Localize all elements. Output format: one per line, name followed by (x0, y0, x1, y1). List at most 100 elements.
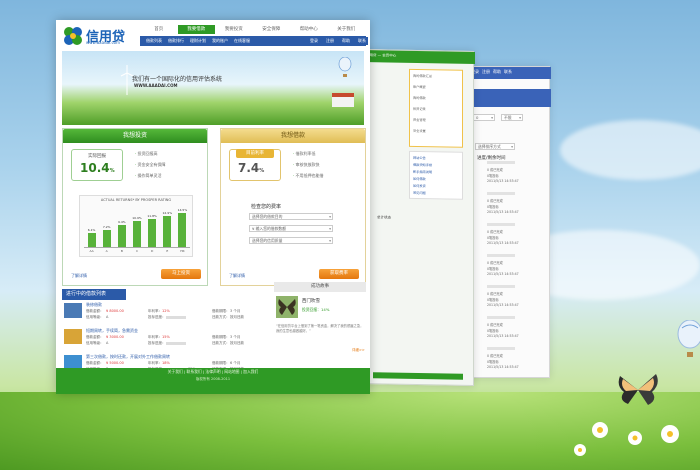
filter-bar (469, 89, 551, 107)
amount-select[interactable]: 0 (473, 114, 495, 121)
borrow-more-link[interactable]: 了解详情 (229, 273, 245, 279)
bid-count: 0笔投标 (487, 205, 499, 209)
account-section-link[interactable]: 安全设置 (413, 128, 426, 133)
notice-link[interactable]: 借款须知手续 (413, 162, 432, 167)
term-select[interactable]: 不限 (501, 114, 523, 121)
loan-title[interactable]: 第三次借款，按时还款，开展对外工作借款周转 (86, 354, 170, 360)
repay-label: 还款方式： (212, 341, 230, 345)
notice-link[interactable]: 新手指南说明 (413, 169, 432, 174)
notice-link[interactable]: 如何借款 (413, 176, 426, 181)
loan-row[interactable]: 装修借款 借款金额： ¥ 8000.00 年利率： 12% 借款期限： 3 个月 信用等级： A… (62, 301, 272, 325)
credit-label: 信用等级： (86, 315, 104, 319)
loan-row[interactable]: 短期周转，手续简，急需资金 借款金额： ¥ 3000.00 年利率： 15% 借款期限： 3… (62, 327, 272, 351)
account-section-link[interactable]: 资金管理 (413, 117, 426, 122)
loan-amount: ¥ 5000.00 (106, 361, 124, 365)
butterfly-photo[interactable] (276, 296, 298, 318)
chart-category-label: AA (89, 249, 94, 253)
brand-url: www.aaadai.com (86, 40, 120, 45)
chart-bar (133, 221, 141, 247)
login-link[interactable]: 登录 (308, 37, 320, 45)
subnav-item[interactable]: 在线客服 (234, 38, 250, 44)
invest-more-link[interactable]: 了解详情 (71, 273, 87, 279)
top-links: 登录 注册 帮助 联系 (471, 69, 512, 75)
repay-method: 按月还款 (230, 341, 244, 345)
chart-bar (87, 232, 96, 247)
banner-slogan: 我们有一个国际化的信用评估系统 (132, 76, 223, 83)
brand-logo[interactable]: 信用贷 www.aaadai.com (62, 25, 142, 47)
nav-item-home[interactable]: 首页 (140, 25, 178, 34)
loan-rate: 15% (162, 335, 170, 339)
help-link[interactable]: 帮助 (340, 37, 352, 45)
register-link[interactable]: 注册 (324, 37, 336, 45)
loan-purpose-select[interactable]: 选择您的借款目的 (249, 213, 333, 220)
window-footer (373, 372, 463, 380)
sort-select[interactable]: 选择排序方式 (475, 143, 515, 150)
hero-banner[interactable]: 我们有一个国际化的信用评估系统 WWW.AAADAI.COM (62, 51, 364, 125)
nav-item-about[interactable]: 关于我们 (328, 25, 366, 34)
cloud (560, 120, 700, 180)
notice-link[interactable]: 如何投资 (413, 183, 426, 188)
loan-title[interactable]: 装修借款 (86, 302, 102, 308)
loan-title[interactable]: 短期周转，手续简，急需资金 (86, 328, 138, 334)
invest-now-button[interactable]: 马上投资 (161, 269, 201, 279)
loan-amount-input[interactable]: ¥ 输入您的借款数额 (249, 225, 333, 232)
loan-term: 3 个月 (230, 335, 241, 339)
loan-date: 2011/5/13 14:53:47 (487, 241, 519, 245)
term-label: 借款期限： (212, 335, 230, 339)
benefit-item: 投资回报高 (135, 151, 166, 157)
account-section-link[interactable]: 账户概要 (413, 84, 426, 89)
chart-data-label: 11.8% (147, 213, 157, 218)
active-loans-title: 进行中的借款列表 (62, 289, 126, 300)
house-icon (332, 93, 354, 107)
chart-bar (163, 216, 172, 247)
account-section-link[interactable]: 我的借款 (413, 95, 426, 100)
loan-term: 3 个月 (230, 309, 241, 313)
top-link[interactable]: 联系 (504, 69, 512, 75)
loan-status: 0 成已完成 (487, 168, 503, 172)
borrow-benefits: 借款利率低 审核快放款快 不用抵押也能借 (293, 151, 324, 184)
actual-return-label: 实际回报 (88, 154, 106, 159)
top-link[interactable]: 帮助 (493, 69, 501, 75)
top-links: 登录 注册 帮助 联系 (308, 37, 368, 45)
benefit-item: 借款利率低 (293, 151, 324, 157)
get-rate-button[interactable]: 获取费率 (319, 269, 359, 279)
nav-item-help[interactable]: 帮助中心 (290, 25, 328, 34)
loan-list-window: 登录 注册 帮助 联系 0 不限 选择排序方式 进度/剩余时间 0 成已完成0笔… (468, 66, 551, 378)
progress-bar (487, 347, 515, 350)
credit-label: 信用等级： (86, 341, 104, 345)
subnav-item[interactable]: 我的账户 (212, 38, 228, 44)
progress-bar (487, 254, 515, 257)
account-section-link[interactable]: 投资记录 (413, 106, 426, 111)
nav-item-borrow[interactable]: 我要借款 (177, 25, 215, 34)
credit-grade: A (106, 315, 109, 319)
borrow-panel: 我想借款 目前利率 7.4% 借款利率低 审核快放款快 不用抵押也能借 检查您的… (220, 128, 366, 286)
logo-icon (64, 27, 82, 45)
contact-link[interactable]: 联系 (356, 37, 368, 45)
account-section-link[interactable]: 我的借款汇总 (413, 73, 432, 78)
story-more-link[interactable]: 详细>> (352, 348, 365, 353)
credit-quality-select[interactable]: 选择您的信用质量 (249, 237, 333, 244)
progress-label: 投标进度： (148, 341, 166, 345)
subnav-item[interactable]: 理财计划 (190, 38, 206, 44)
nav-item-invest[interactable]: 我要投资 (215, 25, 253, 34)
balloon-icon (338, 57, 352, 77)
notice-link[interactable]: 常见问题 (413, 190, 426, 195)
actual-return-box: 实际回报 10.4% (71, 149, 123, 181)
amount-label: 借款金额： (86, 335, 104, 339)
daisy-flowers (574, 422, 679, 456)
chart-bar (178, 212, 187, 247)
loan-date: 2011/5/13 14:53:47 (487, 303, 519, 307)
notice-link[interactable]: 网站公告 (413, 155, 426, 160)
subnav-item[interactable]: 借款列表 (146, 38, 162, 44)
subnav-item[interactable]: 借款排行 (168, 38, 184, 44)
loan-thumbnail[interactable] (64, 303, 82, 318)
loan-status: 0 成已完成 (487, 199, 503, 203)
top-link[interactable]: 注册 (482, 69, 490, 75)
chart-data-label: 14.5% (177, 207, 188, 212)
footer-links[interactable]: 关于我们 | 联系我们 | 法律声明 | 网站地图 | 加入我们 (56, 369, 370, 375)
loan-thumbnail[interactable] (64, 329, 82, 344)
loan-date: 2011/5/13 14:53:47 (487, 179, 519, 183)
invest-panel: 我想投资 实际回报 10.4% 投资回报高 资金安全有保障 操作简单灵活 ACT… (62, 128, 208, 286)
benefit-item: 操作简单灵活 (135, 173, 166, 179)
nav-item-security[interactable]: 安全保障 (253, 25, 291, 34)
